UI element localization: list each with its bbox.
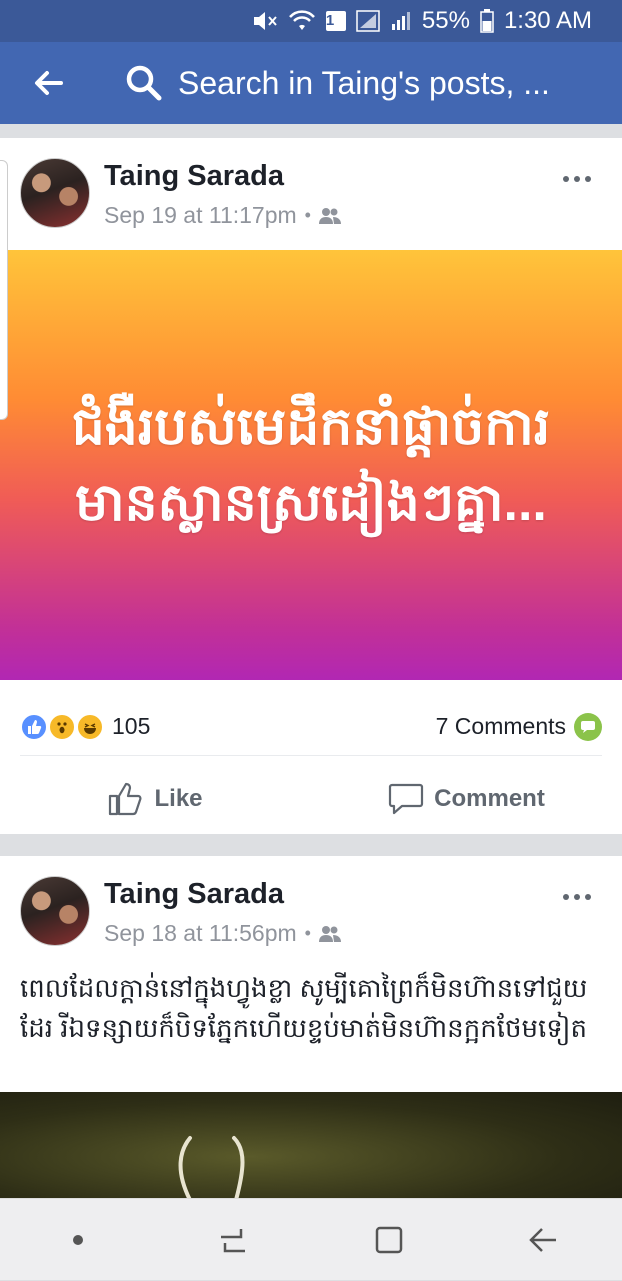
avatar[interactable] xyxy=(20,158,90,228)
like-button[interactable]: Like xyxy=(0,764,311,834)
system-nav-bar xyxy=(0,1198,622,1280)
post-meta: Sep 18 at 11:56pm • xyxy=(104,920,341,947)
comments-count[interactable]: 7 Comments xyxy=(435,712,602,741)
friends-audience-icon[interactable] xyxy=(318,207,341,225)
meta-separator: • xyxy=(304,205,311,225)
battery-icon xyxy=(480,9,494,33)
search-field[interactable]: Search in Taing's posts, ... xyxy=(96,42,622,124)
post-header: Taing Sarada Sep 19 at 11:17pm • xyxy=(0,138,622,250)
post-actions: Like Comment xyxy=(0,764,622,834)
search-icon xyxy=(126,65,162,101)
haha-reaction-icon xyxy=(76,712,104,741)
wow-reaction-icon xyxy=(48,712,76,741)
avatar[interactable] xyxy=(20,876,90,946)
post-body-text: ពេលដែលក្តាន់នៅក្នុងហ្វូងខ្លា សូម្បីគោព្រ… xyxy=(20,973,588,1043)
sim-badge: 1 xyxy=(325,11,346,31)
back-chevron-icon xyxy=(529,1227,557,1252)
signal-icon-2 xyxy=(390,10,412,32)
thumbs-up-icon xyxy=(109,782,142,816)
like-label: Like xyxy=(154,785,203,812)
nav-dot-button[interactable] xyxy=(38,1199,118,1281)
post-meta: Sep 19 at 11:17pm • xyxy=(104,202,341,229)
status-background[interactable]: ជំងឺរបស់មេដឹកនាំផ្តាច់ការមានស្លានស្រដៀងៗ… xyxy=(0,250,622,680)
comment-label: Comment xyxy=(434,785,545,812)
comment-bubble-icon xyxy=(574,712,602,741)
edge-panel-handle[interactable] xyxy=(0,160,8,420)
battery-percent: 55% xyxy=(421,7,470,34)
search-placeholder: Search in Taing's posts, ... xyxy=(178,64,550,101)
wifi-icon xyxy=(288,10,316,32)
author-name[interactable]: Taing Sarada xyxy=(104,160,284,193)
top-app-bar: Search in Taing's posts, ... xyxy=(0,42,622,124)
home-button[interactable] xyxy=(349,1199,429,1281)
status-bar: 1 55% 1:30 AM xyxy=(0,0,622,42)
dot-icon xyxy=(72,1234,83,1245)
back-button[interactable] xyxy=(0,42,96,124)
reactions-summary: 105 7 Comments xyxy=(20,698,602,756)
post-timestamp[interactable]: Sep 19 at 11:17pm xyxy=(104,202,297,229)
more-dots-icon xyxy=(563,894,591,900)
reaction-count: 105 xyxy=(112,713,151,739)
more-options-button[interactable] xyxy=(562,158,592,190)
more-options-button[interactable] xyxy=(562,876,592,908)
post-card: Taing Sarada Sep 19 at 11:17pm • ជំងឺរបស… xyxy=(0,138,622,834)
system-back-button[interactable] xyxy=(504,1199,584,1281)
post-photo[interactable] xyxy=(0,1092,622,1200)
reaction-icons[interactable]: 105 xyxy=(20,712,151,741)
comment-icon xyxy=(389,783,424,815)
comment-button[interactable]: Comment xyxy=(311,764,622,834)
like-reaction-icon xyxy=(20,712,48,741)
post-card: Taing Sarada Sep 18 at 11:56pm • ពេលដែលក… xyxy=(0,856,622,1200)
post-timestamp[interactable]: Sep 18 at 11:56pm xyxy=(104,920,297,947)
home-square-icon xyxy=(375,1226,402,1253)
clock: 1:30 AM xyxy=(503,7,592,34)
recents-button[interactable] xyxy=(193,1199,273,1281)
back-arrow-icon xyxy=(35,71,63,95)
friends-audience-icon[interactable] xyxy=(318,925,341,943)
post-header: Taing Sarada Sep 18 at 11:56pm • xyxy=(0,856,622,968)
post-body-text: ជំងឺរបស់មេដឹកនាំផ្តាច់ការមានស្លានស្រដៀងៗ… xyxy=(71,398,551,532)
more-dots-icon xyxy=(563,176,591,182)
mute-icon xyxy=(252,10,278,32)
recents-icon xyxy=(221,1228,246,1252)
photo-antlers xyxy=(178,1136,245,1200)
meta-separator: • xyxy=(304,923,311,943)
author-name[interactable]: Taing Sarada xyxy=(104,878,284,911)
signal-icon-1 xyxy=(356,10,380,32)
comments-count-label: 7 Comments xyxy=(435,713,566,739)
